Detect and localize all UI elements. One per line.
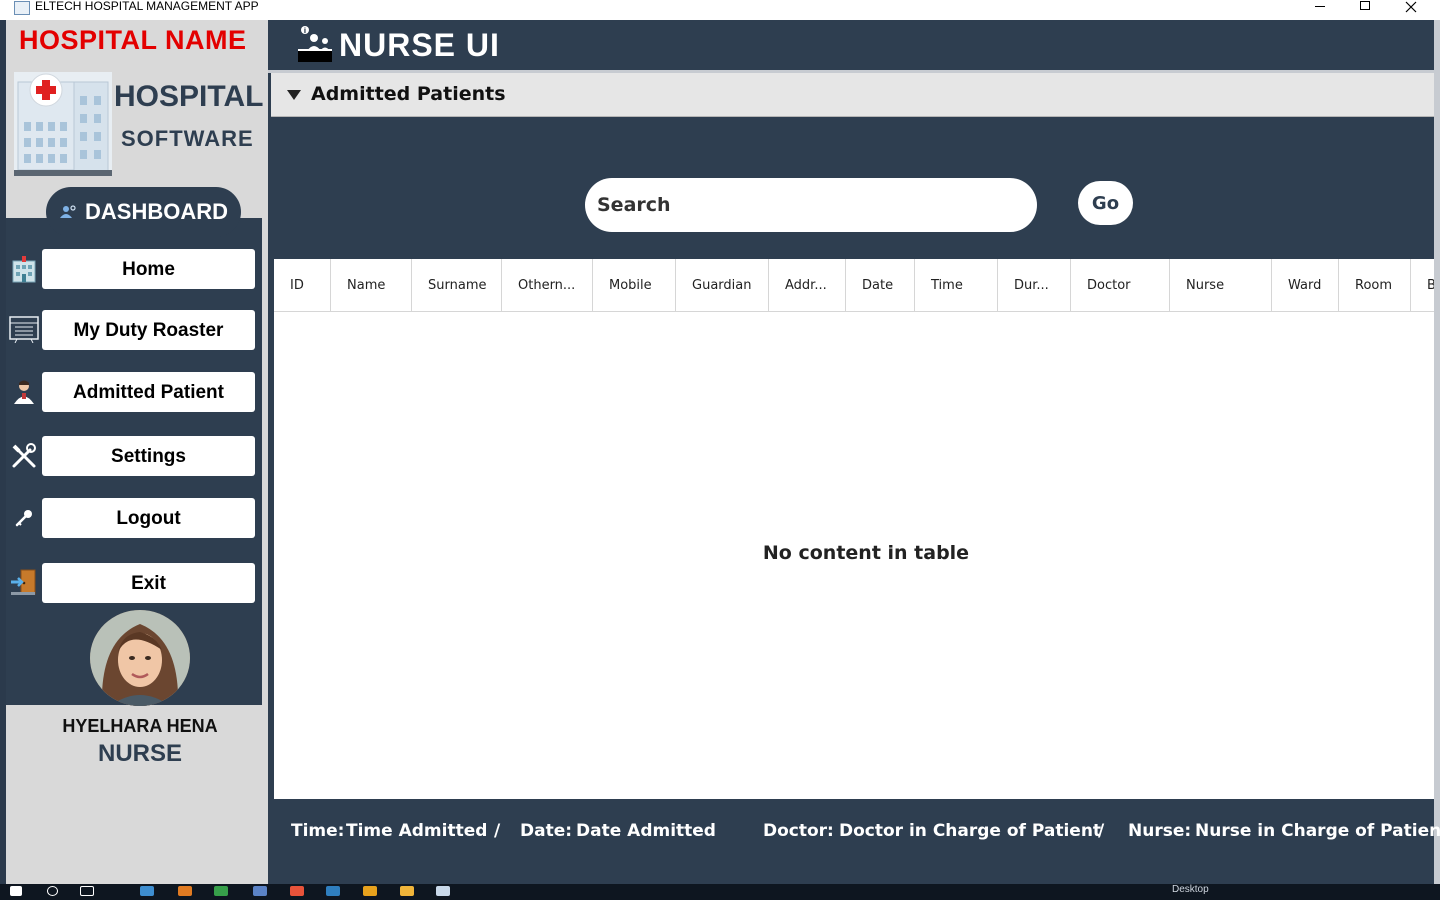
- date-label: Date:: [520, 821, 573, 841]
- nurse-desk-icon: i: [298, 26, 332, 62]
- start-icon[interactable]: [10, 886, 22, 896]
- brand-title: HOSPITAL: [114, 80, 264, 113]
- dashboard-badge: DASHBOARD: [46, 187, 241, 237]
- user-role: NURSE: [97, 740, 182, 767]
- app-icon[interactable]: [326, 886, 340, 896]
- key-icon: [8, 502, 40, 534]
- dashboard-label: DASHBOARD: [85, 199, 228, 224]
- date-value: Date Admitted: [576, 821, 716, 841]
- doctor-value: Doctor in Charge of Patient: [839, 821, 1102, 841]
- column-header-othername[interactable]: Othern...: [502, 259, 593, 312]
- minimize-icon: [1315, 6, 1325, 7]
- table-header: ID Name Surname Othern... Mobile Guardia…: [274, 259, 1434, 312]
- empty-table-message: No content in table: [762, 542, 970, 564]
- settings-button[interactable]: Settings: [42, 436, 255, 476]
- column-header-nurse[interactable]: Nurse: [1170, 259, 1272, 312]
- app-icon[interactable]: [214, 886, 228, 896]
- column-header-address[interactable]: Addr...: [769, 259, 846, 312]
- app-window: HOSPITAL NAME HOSPITAL SOFTWARE DASHBOAR…: [0, 20, 1440, 884]
- user-name: HYELHARA HENA: [62, 716, 218, 736]
- home-button[interactable]: Home: [42, 249, 255, 289]
- column-header-date[interactable]: Date: [846, 259, 915, 312]
- patient-summary-bar: Time: Time Admitted / Date: Date Admitte…: [290, 821, 1440, 851]
- title-bar: ELTECH HOSPITAL MANAGEMENT APP: [0, 0, 1440, 20]
- close-icon: [1405, 1, 1417, 13]
- nurse-value: Nurse in Charge of Patient: [1195, 821, 1440, 841]
- task-view-icon[interactable]: [80, 886, 94, 896]
- column-header-b[interactable]: B: [1411, 259, 1434, 312]
- browser-icon[interactable]: [290, 886, 304, 896]
- sidebar: HOSPITAL NAME HOSPITAL SOFTWARE DASHBOAR…: [0, 20, 268, 884]
- maximize-button[interactable]: [1342, 0, 1388, 20]
- svg-text:i: i: [304, 27, 306, 35]
- hospital-logo-icon: [14, 72, 112, 176]
- chevron-down-icon: [287, 90, 301, 100]
- separator: /: [1098, 821, 1105, 841]
- patient-icon: [8, 376, 40, 408]
- tools-icon: [8, 440, 40, 472]
- page-title: NURSE UI: [339, 27, 500, 63]
- doctor-label: Doctor:: [763, 821, 834, 841]
- go-button[interactable]: Go: [1078, 181, 1133, 225]
- door-exit-icon: [8, 566, 40, 598]
- app-icon[interactable]: [363, 886, 377, 896]
- java-app-icon[interactable]: [436, 886, 450, 896]
- app-icon[interactable]: [253, 886, 267, 896]
- time-label: Time:: [291, 821, 345, 841]
- logout-button[interactable]: Logout: [42, 498, 255, 538]
- user-gear-icon: [60, 205, 76, 218]
- time-value: Time Admitted: [346, 821, 488, 841]
- column-header-guardian[interactable]: Guardian: [676, 259, 769, 312]
- brand-subtitle: SOFTWARE: [121, 126, 254, 151]
- column-header-name[interactable]: Name: [331, 259, 412, 312]
- close-button[interactable]: [1388, 0, 1434, 20]
- app-icon[interactable]: [178, 886, 192, 896]
- section-title: Admitted Patients: [311, 83, 506, 105]
- minimize-button[interactable]: [1297, 0, 1343, 20]
- admitted-patient-button[interactable]: Admitted Patient: [42, 372, 255, 412]
- column-header-surname[interactable]: Surname: [412, 259, 502, 312]
- separator: /: [494, 821, 501, 841]
- search-icon[interactable]: [47, 886, 58, 896]
- window-title: ELTECH HOSPITAL MANAGEMENT APP: [35, 0, 259, 13]
- hospital-name: HOSPITAL NAME: [19, 25, 247, 55]
- folder-icon[interactable]: [400, 886, 414, 896]
- search-input[interactable]: [585, 178, 1037, 232]
- column-header-room[interactable]: Room: [1339, 259, 1411, 312]
- column-header-mobile[interactable]: Mobile: [593, 259, 676, 312]
- column-header-id[interactable]: ID: [274, 259, 331, 312]
- exit-button[interactable]: Exit: [42, 563, 255, 603]
- section-header-toggle[interactable]: Admitted Patients: [271, 73, 1434, 117]
- app-icon: [14, 1, 30, 15]
- avatar: [90, 610, 190, 706]
- admitted-patients-pane: Admitted Patients Go ID Name Surname Oth…: [268, 73, 1440, 884]
- page-header: i NURSE UI: [268, 20, 1434, 70]
- hospital-building-icon: [8, 253, 40, 285]
- patients-table: ID Name Surname Othern... Mobile Guardia…: [274, 259, 1434, 799]
- maximize-icon: [1360, 1, 1370, 10]
- taskbar: Desktop: [0, 884, 1440, 900]
- column-header-time[interactable]: Time: [915, 259, 998, 312]
- column-header-duration[interactable]: Dur...: [998, 259, 1071, 312]
- column-header-doctor[interactable]: Doctor: [1071, 259, 1170, 312]
- calendar-board-icon: [8, 313, 40, 345]
- column-header-ward[interactable]: Ward: [1272, 259, 1339, 312]
- desktop-label[interactable]: Desktop: [1172, 884, 1209, 895]
- duty-roaster-button[interactable]: My Duty Roaster: [42, 310, 255, 350]
- store-icon[interactable]: [140, 886, 154, 896]
- nurse-label: Nurse:: [1128, 821, 1192, 841]
